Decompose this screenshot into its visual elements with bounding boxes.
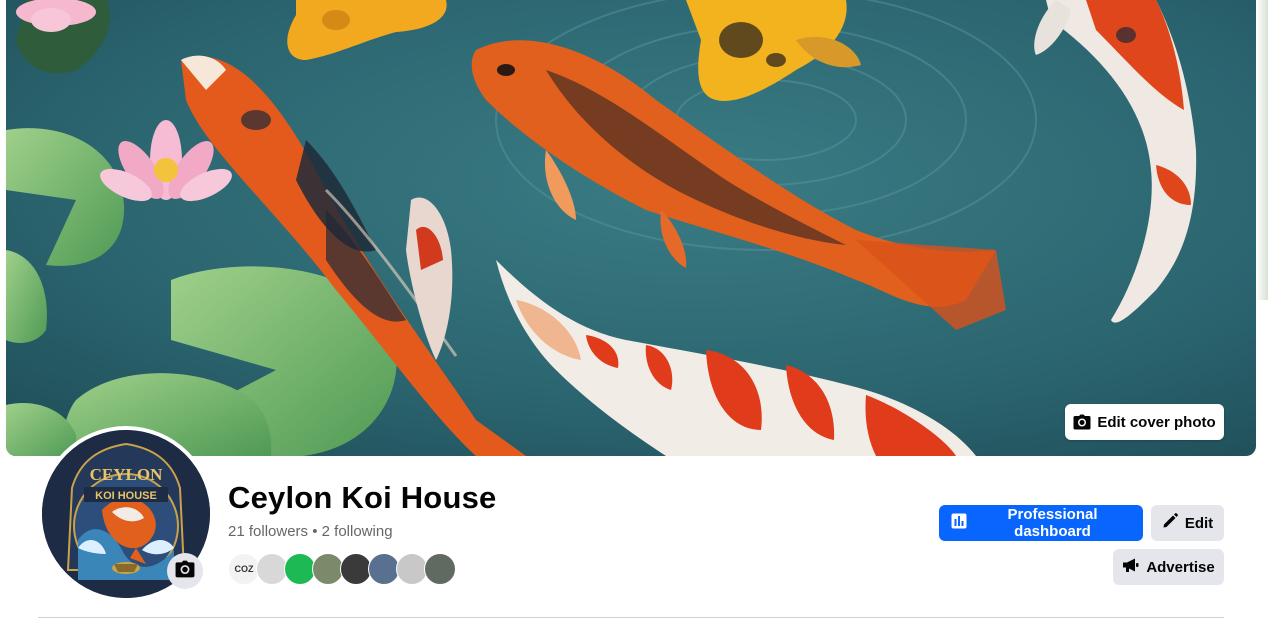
page-title: Ceylon Koi House: [228, 480, 497, 515]
update-profile-picture-button[interactable]: [167, 553, 203, 589]
edit-cover-photo-label: Edit cover photo: [1097, 413, 1216, 431]
follow-stats: 21 followers • 2 following: [228, 522, 393, 542]
logo-text-top: CEYLON: [90, 465, 163, 484]
logo-text-bottom: KOI HOUSE: [95, 490, 157, 502]
edit-cover-photo-button[interactable]: Edit cover photo: [1065, 404, 1224, 440]
advertise-button[interactable]: Advertise: [1113, 549, 1224, 585]
camera-icon: [175, 560, 195, 583]
follower-avatar[interactable]: [424, 553, 456, 585]
cover-photo[interactable]: Edit cover photo: [6, 0, 1256, 456]
edit-button[interactable]: Edit: [1151, 505, 1224, 541]
page-edge-shadow: [1256, 0, 1268, 300]
camera-icon: [1073, 414, 1091, 430]
professional-dashboard-button[interactable]: Professional dashboard: [939, 505, 1143, 541]
professional-dashboard-label: Professional dashboard: [1007, 506, 1098, 540]
following-link[interactable]: 2 following: [322, 523, 393, 540]
separator-dot: •: [312, 523, 318, 540]
edit-label: Edit: [1184, 514, 1214, 532]
followers-link[interactable]: 21 followers: [228, 523, 308, 540]
koi-pond-image: [6, 0, 1256, 456]
bar-chart-icon: [951, 513, 967, 533]
megaphone-icon: [1122, 557, 1139, 577]
pencil-icon: [1162, 513, 1178, 533]
advertise-label: Advertise: [1146, 558, 1215, 576]
header-divider: [38, 617, 1224, 618]
